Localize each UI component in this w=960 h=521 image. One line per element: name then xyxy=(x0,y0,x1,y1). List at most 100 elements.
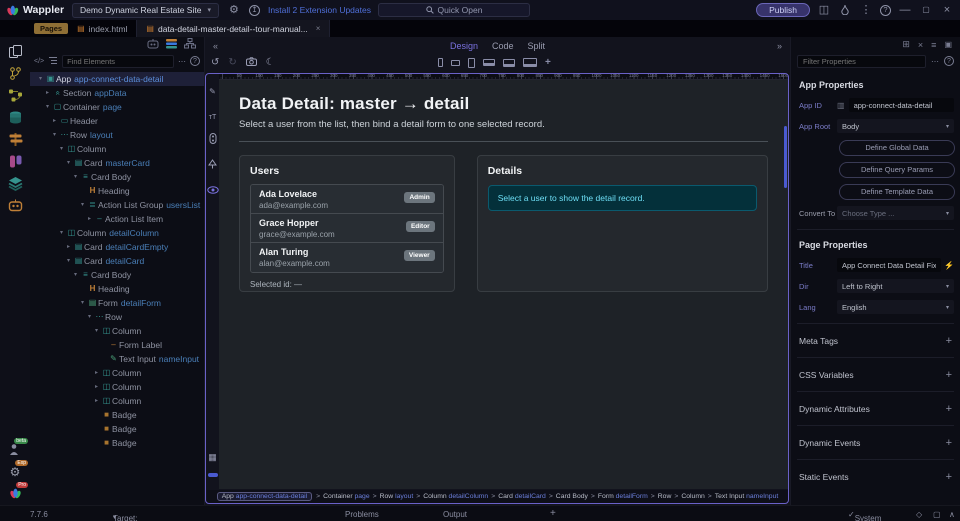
expand-arrow-icon[interactable]: ▾ xyxy=(64,254,73,268)
breadcrumb-item[interactable]: Row layout xyxy=(380,493,414,500)
close-icon[interactable]: × xyxy=(940,3,954,17)
define-template-data-button[interactable]: Define Template Data xyxy=(839,184,955,200)
user-list-item[interactable]: Grace Hoppergrace@example.comEditor xyxy=(251,214,443,243)
section-css-variables[interactable]: CSS Variables+ xyxy=(799,367,952,382)
section-dynamic-events[interactable]: Dynamic Events+ xyxy=(799,435,952,450)
tree-item-nameInput[interactable]: ✎Text InputnameInput xyxy=(30,352,204,366)
expand-arrow-icon[interactable]: ▸ xyxy=(50,114,59,128)
publish-button[interactable]: Publish xyxy=(756,3,810,17)
tree-item-badge[interactable]: ■Badge xyxy=(30,436,204,450)
breadcrumb-item[interactable]: App app-connect-data-detail xyxy=(217,492,312,501)
maximize-icon[interactable]: ▢ xyxy=(919,3,933,17)
screenshot-camera-icon[interactable] xyxy=(246,57,257,69)
expand-arrow-icon[interactable]: ▸ xyxy=(92,394,101,408)
ai-assistant-icon[interactable] xyxy=(4,195,26,216)
expand-arrow-icon[interactable]: ▾ xyxy=(50,128,59,142)
document-tab[interactable]: ▤data-detail-master-detail--tour-manual.… xyxy=(136,20,330,37)
tree-item-heading[interactable]: HHeading xyxy=(30,184,204,198)
app-root-select[interactable]: Body▾ xyxy=(837,119,954,133)
section-dynamic-attributes[interactable]: Dynamic Attributes+ xyxy=(799,401,952,416)
output-tab[interactable]: Output xyxy=(443,510,467,519)
horizontal-scrollbar-thumb[interactable] xyxy=(208,473,218,477)
expand-arrow-icon[interactable]: ▸ xyxy=(92,380,101,394)
expand-arrow-icon[interactable]: ▸ xyxy=(64,240,73,254)
quick-open-button[interactable]: Quick Open xyxy=(378,3,530,17)
tree-item-detailCardEmpty[interactable]: ▸▤CarddetailCardEmpty xyxy=(30,240,204,254)
details-card[interactable]: Details Select a user to show the detail… xyxy=(477,155,768,292)
users-card[interactable]: Users Ada Lovelaceada@example.comAdminGr… xyxy=(239,155,455,292)
panel-list-icon[interactable]: ≡ xyxy=(931,40,936,50)
redo-icon[interactable]: ↻ xyxy=(228,58,236,68)
tree-item-form-label[interactable]: –Form Label xyxy=(30,338,204,352)
help-icon[interactable]: ? xyxy=(880,5,891,16)
expand-arrow-icon[interactable]: ▾ xyxy=(36,72,45,86)
package-icon[interactable]: ▢ xyxy=(933,510,941,519)
tree-item-column[interactable]: ▾◫Column xyxy=(30,324,204,338)
add-icon[interactable]: + xyxy=(946,335,952,347)
find-elements-input[interactable] xyxy=(62,55,174,68)
tree-item-header[interactable]: ▸▭Header xyxy=(30,114,204,128)
breadcrumb-item[interactable]: Card detailCard xyxy=(498,493,546,500)
convert-to-select[interactable]: Choose Type ...▾ xyxy=(837,206,954,220)
breadcrumb-item[interactable]: Container page xyxy=(323,493,370,500)
tree-item-page[interactable]: ▾▢Containerpage xyxy=(30,100,204,114)
tree-item-heading[interactable]: HHeading xyxy=(30,282,204,296)
system-check[interactable]: ✓ System Check xyxy=(848,510,855,519)
add-icon[interactable]: + xyxy=(946,369,952,381)
desktop-view-icon[interactable] xyxy=(503,59,515,67)
inspector-tool-icon[interactable] xyxy=(208,156,217,174)
routing-icon[interactable] xyxy=(4,129,26,150)
git-icon[interactable] xyxy=(4,63,26,84)
beta-features-icon[interactable]: beta xyxy=(4,439,26,460)
settings-gear-icon[interactable]: ⚙ xyxy=(227,3,241,17)
dark-mode-moon-icon[interactable]: ☾ xyxy=(266,58,275,68)
clean-icon[interactable]: ◇ xyxy=(916,510,922,519)
install-updates-link[interactable]: Install 2 Extension Updates xyxy=(268,5,371,15)
tree-more-icon[interactable]: ⋯ xyxy=(178,57,186,66)
dir-select[interactable]: Left to Right▾ xyxy=(837,279,954,293)
user-list-item[interactable]: Ada Lovelaceada@example.comAdmin xyxy=(251,185,443,214)
experimental-features-icon[interactable]: ⚙Exp xyxy=(4,461,26,482)
tree-item-detailColumn[interactable]: ▾◫ColumndetailColumn xyxy=(30,226,204,240)
mobile-landscape-view-icon[interactable] xyxy=(451,60,460,66)
add-icon[interactable]: + xyxy=(946,471,952,483)
tree-help-icon[interactable]: ? xyxy=(190,56,200,66)
tablet-view-icon[interactable] xyxy=(468,58,475,68)
minimize-icon[interactable]: — xyxy=(898,3,912,17)
define-global-data-button[interactable]: Define Global Data xyxy=(839,140,955,156)
view-mode-split[interactable]: Split xyxy=(528,41,546,51)
project-selector[interactable]: Demo Dynamic Real Estate Site ▾ xyxy=(72,3,219,18)
edit-tool-icon[interactable]: ✎ xyxy=(209,81,216,99)
view-mode-design[interactable]: Design xyxy=(450,41,478,51)
dom-tree-icon[interactable] xyxy=(184,36,196,54)
tree-item-action-list-item[interactable]: ▸–Action List Item xyxy=(30,212,204,226)
design-system-icon[interactable] xyxy=(4,151,26,172)
desktop-large-view-icon[interactable] xyxy=(523,58,537,67)
breadcrumb-item[interactable]: Text Input nameInput xyxy=(715,493,779,500)
workflows-icon[interactable] xyxy=(4,85,26,106)
section-meta-tags[interactable]: Meta Tags+ xyxy=(799,333,952,348)
breadcrumb-item[interactable]: Form detailForm xyxy=(598,493,648,500)
pages-badge[interactable]: Pages xyxy=(34,23,68,34)
dynamic-data-bolt-icon[interactable]: ⚡ xyxy=(944,261,954,270)
code-view-icon[interactable]: </> xyxy=(34,58,44,65)
tree-item-column[interactable]: ▸◫Column xyxy=(30,394,204,408)
breadcrumb-item[interactable]: Column detailColumn xyxy=(423,493,488,500)
wappler-pro-icon[interactable]: Pro xyxy=(4,483,26,504)
tree-item-column[interactable]: ▸◫Column xyxy=(30,380,204,394)
tree-item-column[interactable]: ▸◫Column xyxy=(30,366,204,380)
panel-props-icon[interactable]: ▣ xyxy=(944,40,952,49)
breadcrumb-item[interactable]: Row xyxy=(658,493,672,500)
add-panel-button[interactable]: + xyxy=(550,508,556,519)
props-help-icon[interactable]: ? xyxy=(944,56,954,66)
filter-more-icon[interactable]: ⋯ xyxy=(931,57,939,66)
app-id-input[interactable] xyxy=(849,98,954,112)
tree-item-masterCard[interactable]: ▾▤CardmasterCard xyxy=(30,156,204,170)
add-icon[interactable]: + xyxy=(946,403,952,415)
file-manager-icon[interactable] xyxy=(4,41,26,62)
document-tab[interactable]: ▤index.html xyxy=(68,20,136,37)
tree-item-layout[interactable]: ▾⋯Rowlayout xyxy=(30,128,204,142)
expand-arrow-icon[interactable]: ▸ xyxy=(85,212,94,226)
expand-arrow-icon[interactable]: ▾ xyxy=(71,268,80,282)
tree-item-app-connect-data-detail[interactable]: ▾▣Appapp-connect-data-detail xyxy=(30,72,204,86)
